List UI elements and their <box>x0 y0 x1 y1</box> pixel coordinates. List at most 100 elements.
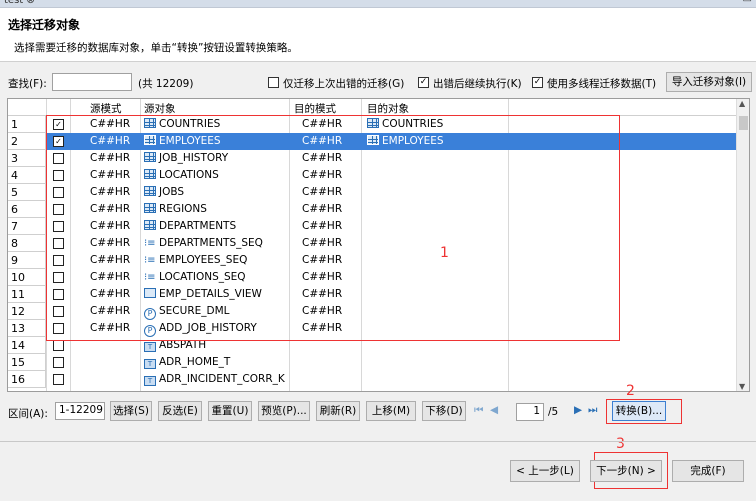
scroll-down-icon[interactable]: ▼ <box>739 382 745 391</box>
header-dst-object[interactable]: 目的对象 <box>367 101 409 116</box>
dst-object-cell: COUNTRIES <box>367 118 443 130</box>
src-object-cell: LOCATIONS <box>144 169 219 181</box>
table-row[interactable]: 11 C##HR EMP_DETAILS_VIEW C##HR <box>8 286 736 303</box>
row-checkbox[interactable]: ✓ <box>53 119 64 130</box>
row-number: 1 <box>8 116 46 133</box>
table-icon <box>144 152 156 162</box>
row-checkbox[interactable] <box>53 221 64 232</box>
dst-schema-cell: C##HR <box>302 186 343 198</box>
row-checkbox[interactable] <box>53 323 64 334</box>
type-icon: T <box>144 342 156 352</box>
only-failed-checkbox[interactable] <box>268 77 279 88</box>
src-object-cell: T ADR_HOME_T <box>144 356 230 369</box>
table-row[interactable]: 1 ✓ C##HR COUNTRIES C##HR COUNTRIES <box>8 116 736 133</box>
table-row[interactable]: 2 ✓ C##HR EMPLOYEES C##HR EMPLOYEES <box>8 133 736 150</box>
row-number: 2 <box>8 133 46 150</box>
row-checkbox[interactable] <box>53 306 64 317</box>
scroll-up-icon[interactable]: ▲ <box>739 99 745 108</box>
next-page-icon[interactable]: ▶ <box>574 404 582 416</box>
src-schema-cell: C##HR <box>90 322 131 334</box>
move-up-button[interactable]: 上移(M) <box>366 401 416 421</box>
src-object-cell: DEPARTMENTS <box>144 220 236 232</box>
window-tab[interactable]: test ⊗ <box>4 0 35 6</box>
row-checkbox[interactable] <box>53 272 64 283</box>
annotation-label-3: 3 <box>616 436 625 452</box>
table-icon <box>144 186 156 196</box>
src-schema-cell: C##HR <box>90 305 131 317</box>
minimize-icon[interactable]: ▭ <box>743 0 752 5</box>
header-src-schema[interactable]: 源模式 <box>90 101 122 116</box>
row-checkbox[interactable] <box>53 238 64 249</box>
row-checkbox[interactable] <box>53 153 64 164</box>
table-icon <box>144 220 156 230</box>
finish-button[interactable]: 完成(F) <box>672 460 744 482</box>
row-checkbox[interactable] <box>53 340 64 351</box>
annotation-label-2: 2 <box>626 383 635 399</box>
row-checkbox[interactable] <box>53 289 64 300</box>
range-label: 区间(A): <box>8 408 48 420</box>
row-number: 10 <box>8 269 46 286</box>
find-input[interactable] <box>52 73 132 91</box>
row-number: 13 <box>8 320 46 337</box>
sequence-icon: ⁝≡ <box>144 272 156 283</box>
page-input[interactable]: 1 <box>516 403 544 421</box>
dst-schema-cell: C##HR <box>302 152 343 164</box>
table-row[interactable]: 5 C##HR JOBS C##HR <box>8 184 736 201</box>
multithread-checkbox[interactable]: ✓ <box>532 77 543 88</box>
src-object-cell: ⁝≡ EMPLOYEES_SEQ <box>144 254 248 266</box>
table-row[interactable]: 14 T ABSPATH <box>8 337 736 354</box>
header-src-object[interactable]: 源对象 <box>144 101 176 116</box>
row-checkbox[interactable] <box>53 357 64 368</box>
row-checkbox[interactable]: ✓ <box>53 136 64 147</box>
row-checkbox[interactable] <box>53 204 64 215</box>
reset-button[interactable]: 重置(U) <box>208 401 252 421</box>
scrollbar-thumb[interactable] <box>739 116 748 130</box>
migration-objects-table: 源模式 源对象 目的模式 目的对象 1 ✓ C##HR COUNTRIES C##HR C… <box>7 98 750 392</box>
preview-button[interactable]: 预览(P)... <box>258 401 310 421</box>
table-row[interactable]: 4 C##HR LOCATIONS C##HR <box>8 167 736 184</box>
move-down-button[interactable]: 下移(D) <box>422 401 466 421</box>
table-row[interactable]: 6 C##HR REGIONS C##HR <box>8 201 736 218</box>
dst-schema-cell: C##HR <box>302 254 343 266</box>
dst-object-cell: EMPLOYEES <box>367 135 444 147</box>
invert-selection-button[interactable]: 反选(E) <box>158 401 202 421</box>
header-dst-schema[interactable]: 目的模式 <box>294 101 336 116</box>
row-checkbox[interactable] <box>53 374 64 385</box>
table-row[interactable]: 12 C##HR P SECURE_DML C##HR <box>8 303 736 320</box>
table-row[interactable]: 13 C##HR P ADD_JOB_HISTORY C##HR <box>8 320 736 337</box>
page-total: /5 <box>548 406 559 418</box>
src-object-cell: REGIONS <box>144 203 207 215</box>
row-checkbox[interactable] <box>53 187 64 198</box>
object-count: (共 12209) <box>138 78 194 90</box>
import-objects-button[interactable]: 导入迁移对象(I) <box>666 72 752 92</box>
refresh-button[interactable]: 刷新(R) <box>316 401 360 421</box>
range-input[interactable]: 1-12209 <box>55 402 105 420</box>
next-step-button[interactable]: 下一步(N) > <box>590 460 662 482</box>
table-row[interactable]: 9 C##HR ⁝≡ EMPLOYEES_SEQ C##HR <box>8 252 736 269</box>
prev-step-button[interactable]: < 上一步(L) <box>510 460 580 482</box>
select-button[interactable]: 选择(S) <box>110 401 152 421</box>
src-object-cell: T ABSPATH <box>144 339 206 352</box>
table-row[interactable]: 7 C##HR DEPARTMENTS C##HR <box>8 218 736 235</box>
type-icon: T <box>144 359 156 369</box>
table-row[interactable]: 8 C##HR ⁝≡ DEPARTMENTS_SEQ C##HR <box>8 235 736 252</box>
table-row[interactable]: 10 C##HR ⁝≡ LOCATIONS_SEQ C##HR <box>8 269 736 286</box>
continue-on-error-checkbox[interactable]: ✓ <box>418 77 429 88</box>
table-row[interactable]: 15 T ADR_HOME_T <box>8 354 736 371</box>
dst-schema-cell: C##HR <box>302 305 343 317</box>
first-page-icon[interactable]: ⏮ <box>474 404 483 417</box>
convert-button[interactable]: 转换(B)... <box>612 401 666 421</box>
last-page-icon[interactable]: ⏭ <box>588 404 597 417</box>
table-vertical-scrollbar[interactable]: ▲ ▼ <box>736 99 749 391</box>
src-object-cell: EMPLOYEES <box>144 135 221 147</box>
row-checkbox[interactable] <box>53 170 64 181</box>
src-object-cell: ⁝≡ LOCATIONS_SEQ <box>144 271 246 283</box>
src-schema-cell: C##HR <box>90 135 131 147</box>
sequence-icon: ⁝≡ <box>144 238 156 249</box>
prev-page-icon[interactable]: ◀ <box>490 404 498 416</box>
src-schema-cell: C##HR <box>90 271 131 283</box>
row-checkbox[interactable] <box>53 255 64 266</box>
table-row[interactable]: 3 C##HR JOB_HISTORY C##HR <box>8 150 736 167</box>
find-row: 查找(F): (共 12209) 仅迁移上次出错的迁移(G) ✓ 出错后继续执行… <box>0 70 756 96</box>
src-schema-cell: C##HR <box>90 288 131 300</box>
